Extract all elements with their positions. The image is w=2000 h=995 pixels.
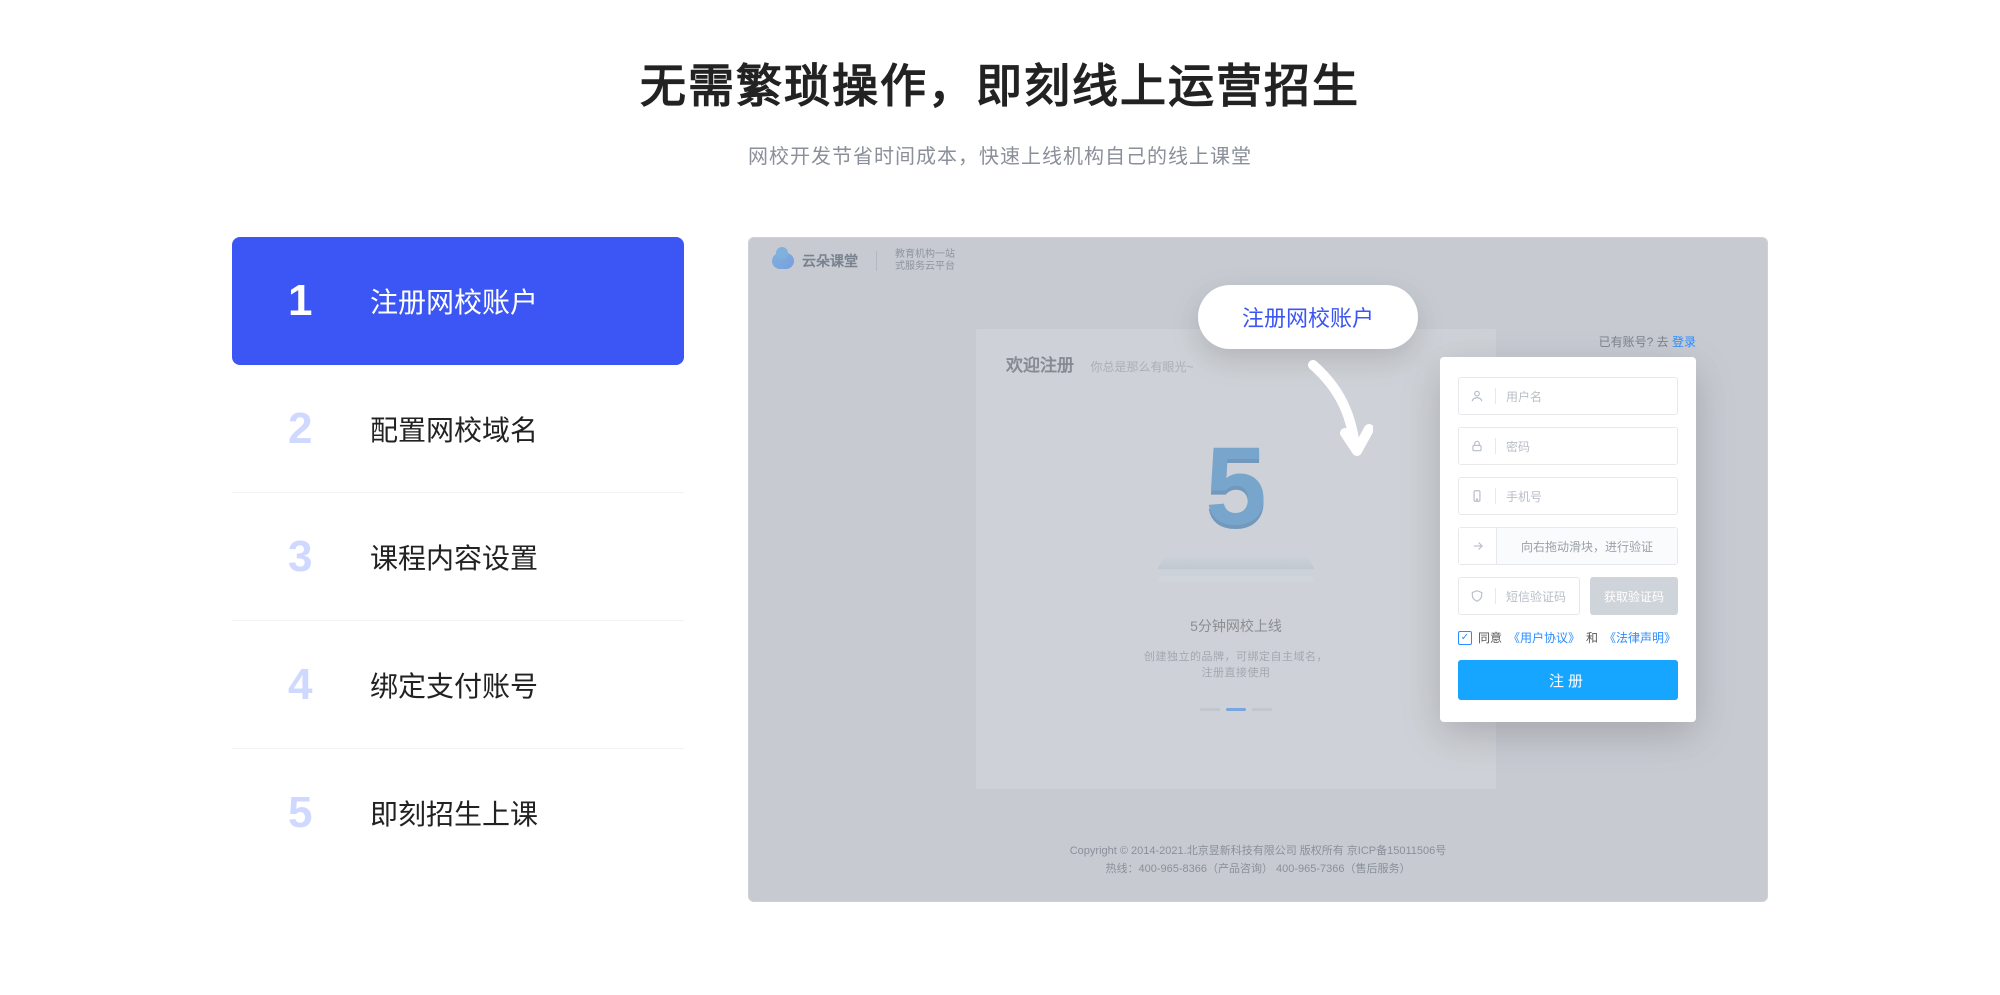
welcome-subtitle: 你总是那么有眼光~ bbox=[1090, 360, 1193, 374]
step-number: 5 bbox=[288, 788, 348, 838]
mock-topbar: 云朵课堂 教育机构一站式服务云平台 bbox=[748, 237, 1768, 285]
step-1-register-account[interactable]: 1 注册网校账户 bbox=[232, 237, 684, 365]
step-label: 绑定支付账号 bbox=[370, 665, 538, 705]
captcha-slider[interactable]: 向右拖动滑块，进行验证 bbox=[1458, 527, 1678, 565]
mock-footer: Copyright © 2014-2021.北京昱新科技有限公司 版权所有 京I… bbox=[748, 842, 1768, 878]
five-description: 创建独立的品牌，可绑定自主域名，注册直接使用 bbox=[1141, 648, 1331, 680]
hero-title: 无需繁琐操作，即刻线上运营招生 bbox=[0, 50, 2000, 116]
shield-icon bbox=[1469, 588, 1485, 604]
login-link[interactable]: 登录 bbox=[1672, 335, 1696, 349]
step-4-bind-payment[interactable]: 4 绑定支付账号 bbox=[232, 621, 684, 749]
step-number: 4 bbox=[288, 660, 348, 710]
register-submit-button[interactable]: 注册 bbox=[1458, 660, 1678, 700]
step-5-start-enrollment[interactable]: 5 即刻招生上课 bbox=[232, 749, 684, 877]
username-field[interactable]: 用户名 bbox=[1458, 377, 1678, 415]
steps-list: 1 注册网校账户 2 配置网校域名 3 课程内容设置 4 绑定支付账号 5 即刻… bbox=[232, 237, 684, 877]
welcome-title: 欢迎注册 bbox=[1006, 351, 1074, 376]
register-form-card: 用户名 密码 手机号 bbox=[1440, 357, 1696, 722]
step-label: 注册网校账户 bbox=[370, 281, 538, 321]
lock-icon bbox=[1469, 438, 1485, 454]
username-placeholder: 用户名 bbox=[1506, 388, 1542, 405]
slider-handle-icon[interactable] bbox=[1459, 528, 1497, 564]
password-placeholder: 密码 bbox=[1506, 438, 1530, 455]
slider-text: 向右拖动滑块，进行验证 bbox=[1497, 538, 1677, 555]
step-label: 配置网校域名 bbox=[370, 409, 538, 449]
step-number: 1 bbox=[288, 276, 348, 326]
step-3-course-content[interactable]: 3 课程内容设置 bbox=[232, 493, 684, 621]
five-caption: 5分钟网校上线 bbox=[1141, 616, 1331, 636]
sms-code-field[interactable]: 短信验证码 bbox=[1458, 577, 1580, 615]
agree-checkbox[interactable]: ✓ bbox=[1458, 631, 1472, 645]
cloud-logo-icon bbox=[772, 253, 794, 269]
password-field[interactable]: 密码 bbox=[1458, 427, 1678, 465]
user-icon bbox=[1469, 388, 1485, 404]
welcome-card: 欢迎注册 你总是那么有眼光~ 5 5分钟网校上线 创建独立的品牌，可绑定自主域名… bbox=[976, 329, 1496, 789]
phone-icon bbox=[1469, 488, 1485, 504]
phone-placeholder: 手机号 bbox=[1506, 488, 1542, 505]
mock-screenshot: 云朵课堂 教育机构一站式服务云平台 欢迎注册 你总是那么有眼光~ 5 5分钟网校… bbox=[748, 237, 1768, 902]
agree-terms-row: ✓ 同意 《用户协议》 和 《法律声明》 bbox=[1458, 629, 1678, 646]
logo-text: 云朵课堂 bbox=[802, 251, 858, 271]
step-2-configure-domain[interactable]: 2 配置网校域名 bbox=[232, 365, 684, 493]
hero-subtitle: 网校开发节省时间成本，快速上线机构自己的线上课堂 bbox=[0, 140, 2000, 169]
already-have-account: 已有账号? 去 登录 bbox=[1599, 333, 1696, 350]
legal-notice-link[interactable]: 《法律声明》 bbox=[1604, 629, 1676, 646]
platform-graphic bbox=[1157, 555, 1315, 569]
step-label: 课程内容设置 bbox=[370, 537, 538, 577]
big-five-graphic: 5 bbox=[1141, 432, 1331, 542]
user-agreement-link[interactable]: 《用户协议》 bbox=[1508, 629, 1580, 646]
get-code-button[interactable]: 获取验证码 bbox=[1590, 577, 1678, 615]
step-number: 2 bbox=[288, 404, 348, 454]
carousel-dots bbox=[1141, 708, 1331, 711]
phone-field[interactable]: 手机号 bbox=[1458, 477, 1678, 515]
step-label: 即刻招生上课 bbox=[370, 793, 538, 833]
logo-tagline: 教育机构一站式服务云平台 bbox=[895, 249, 955, 273]
step-number: 3 bbox=[288, 532, 348, 582]
sms-code-placeholder: 短信验证码 bbox=[1506, 588, 1566, 605]
